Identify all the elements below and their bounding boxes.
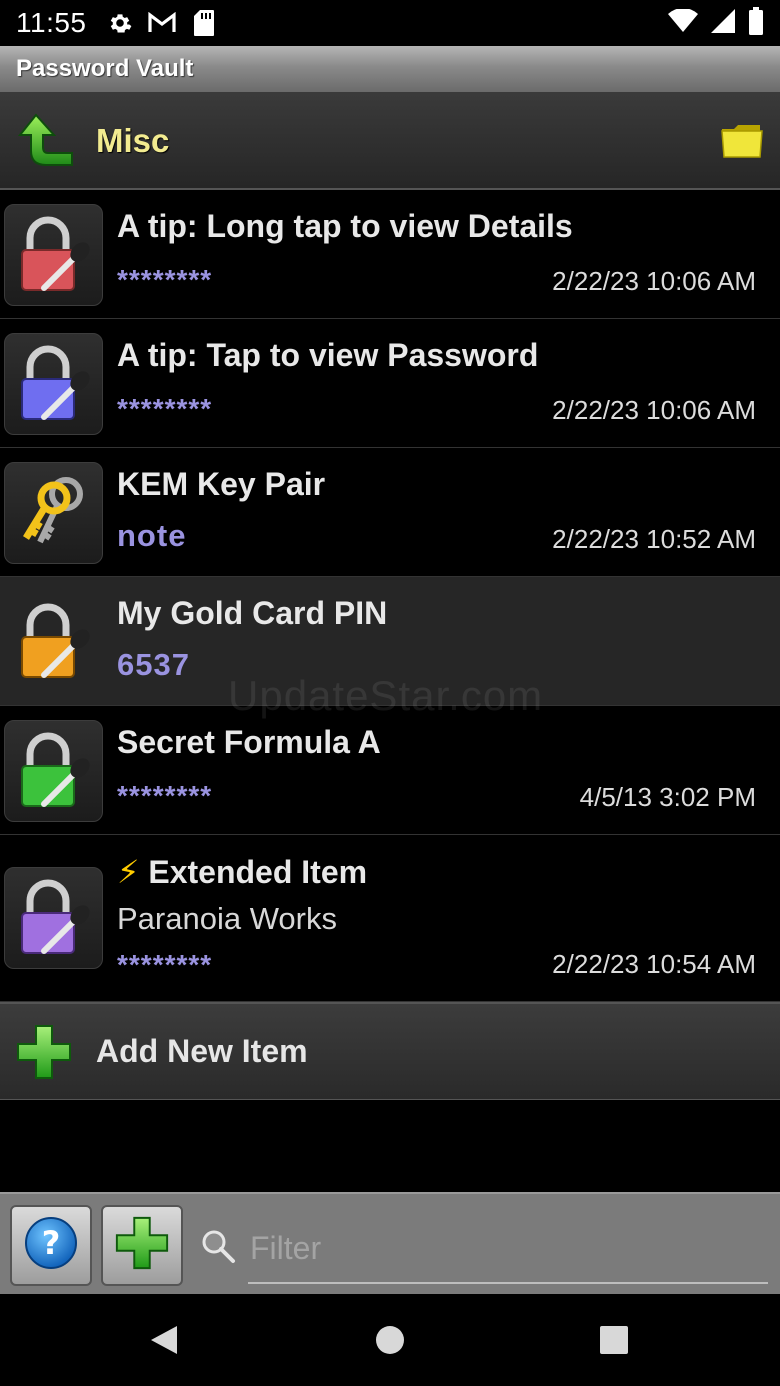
folder-name: Misc [96,122,170,159]
lightning-icon: ⚡ [117,854,140,890]
svg-text:?: ? [42,1224,61,1262]
list-item[interactable]: A tip: Tap to view Password ******** 2/2… [0,319,780,448]
folder-header[interactable]: Misc [0,94,780,190]
cell-signal-icon [710,8,736,39]
app-title-bar: Password Vault [0,46,780,94]
plus-icon [14,1022,74,1082]
item-password: ******** [117,393,213,424]
filter-input[interactable] [248,1214,768,1284]
list-item[interactable]: ⚡ Extended Item Paranoia Works ******** … [0,835,780,1002]
items-list: A tip: Long tap to view Details ********… [0,190,780,1100]
lock-key-icon [4,204,103,306]
search-icon [200,1228,236,1264]
nav-recents-icon[interactable] [594,1320,634,1360]
item-title: Secret Formula A [117,724,381,760]
wifi-icon [668,7,698,38]
battery-icon [748,6,764,40]
sd-card-icon [189,8,219,38]
item-title: KEM Key Pair [117,466,326,502]
app-title: Password Vault [16,55,194,82]
status-time: 11:55 [16,7,87,38]
back-arrow-icon[interactable] [16,111,76,171]
help-icon: ? [24,1216,78,1275]
folder-icon[interactable] [720,121,764,161]
lock-key-icon [4,867,103,969]
lock-key-icon [4,591,103,693]
item-title-text: Extended Item [148,854,368,890]
item-password: ******** [117,949,213,980]
bottom-toolbar: ? [0,1192,780,1294]
list-item-selected[interactable]: My Gold Card PIN 6537 [0,577,780,706]
keys-icon [4,462,103,564]
lock-key-icon [4,720,103,822]
add-new-item-row[interactable]: Add New Item [0,1002,780,1100]
nav-back-icon[interactable] [144,1320,184,1360]
item-password: ******** [117,264,213,295]
add-new-item-label: Add New Item [96,1033,308,1069]
status-bar: 11:55 [0,0,780,46]
system-nav-bar [0,1294,780,1386]
item-date: 2/22/23 10:06 AM [552,266,756,296]
add-button[interactable] [101,1205,183,1286]
item-date: 2/22/23 10:06 AM [552,395,756,425]
list-item[interactable]: KEM Key Pair note 2/22/23 10:52 AM [0,448,780,577]
nav-home-icon[interactable] [370,1320,410,1360]
item-title: A tip: Long tap to view Details [117,208,573,244]
list-item[interactable]: A tip: Long tap to view Details ********… [0,190,780,319]
lock-key-icon [4,333,103,435]
item-title: A tip: Tap to view Password [117,337,539,373]
item-date: 4/5/13 3:02 PM [579,782,756,812]
item-subtitle: Paranoia Works [117,901,337,936]
gear-icon [105,8,135,38]
item-date: 2/22/23 10:54 AM [552,949,756,979]
item-note: note [117,518,187,553]
gmail-icon [147,8,177,38]
plus-icon [113,1214,171,1277]
help-button[interactable]: ? [10,1205,92,1286]
item-title: My Gold Card PIN [117,595,388,631]
item-revealed-password: 6537 [117,647,190,682]
list-item[interactable]: Secret Formula A ******** 4/5/13 3:02 PM [0,706,780,835]
item-title: ⚡ Extended Item [117,853,367,891]
item-password: ******** [117,780,213,811]
item-date: 2/22/23 10:52 AM [552,524,756,554]
